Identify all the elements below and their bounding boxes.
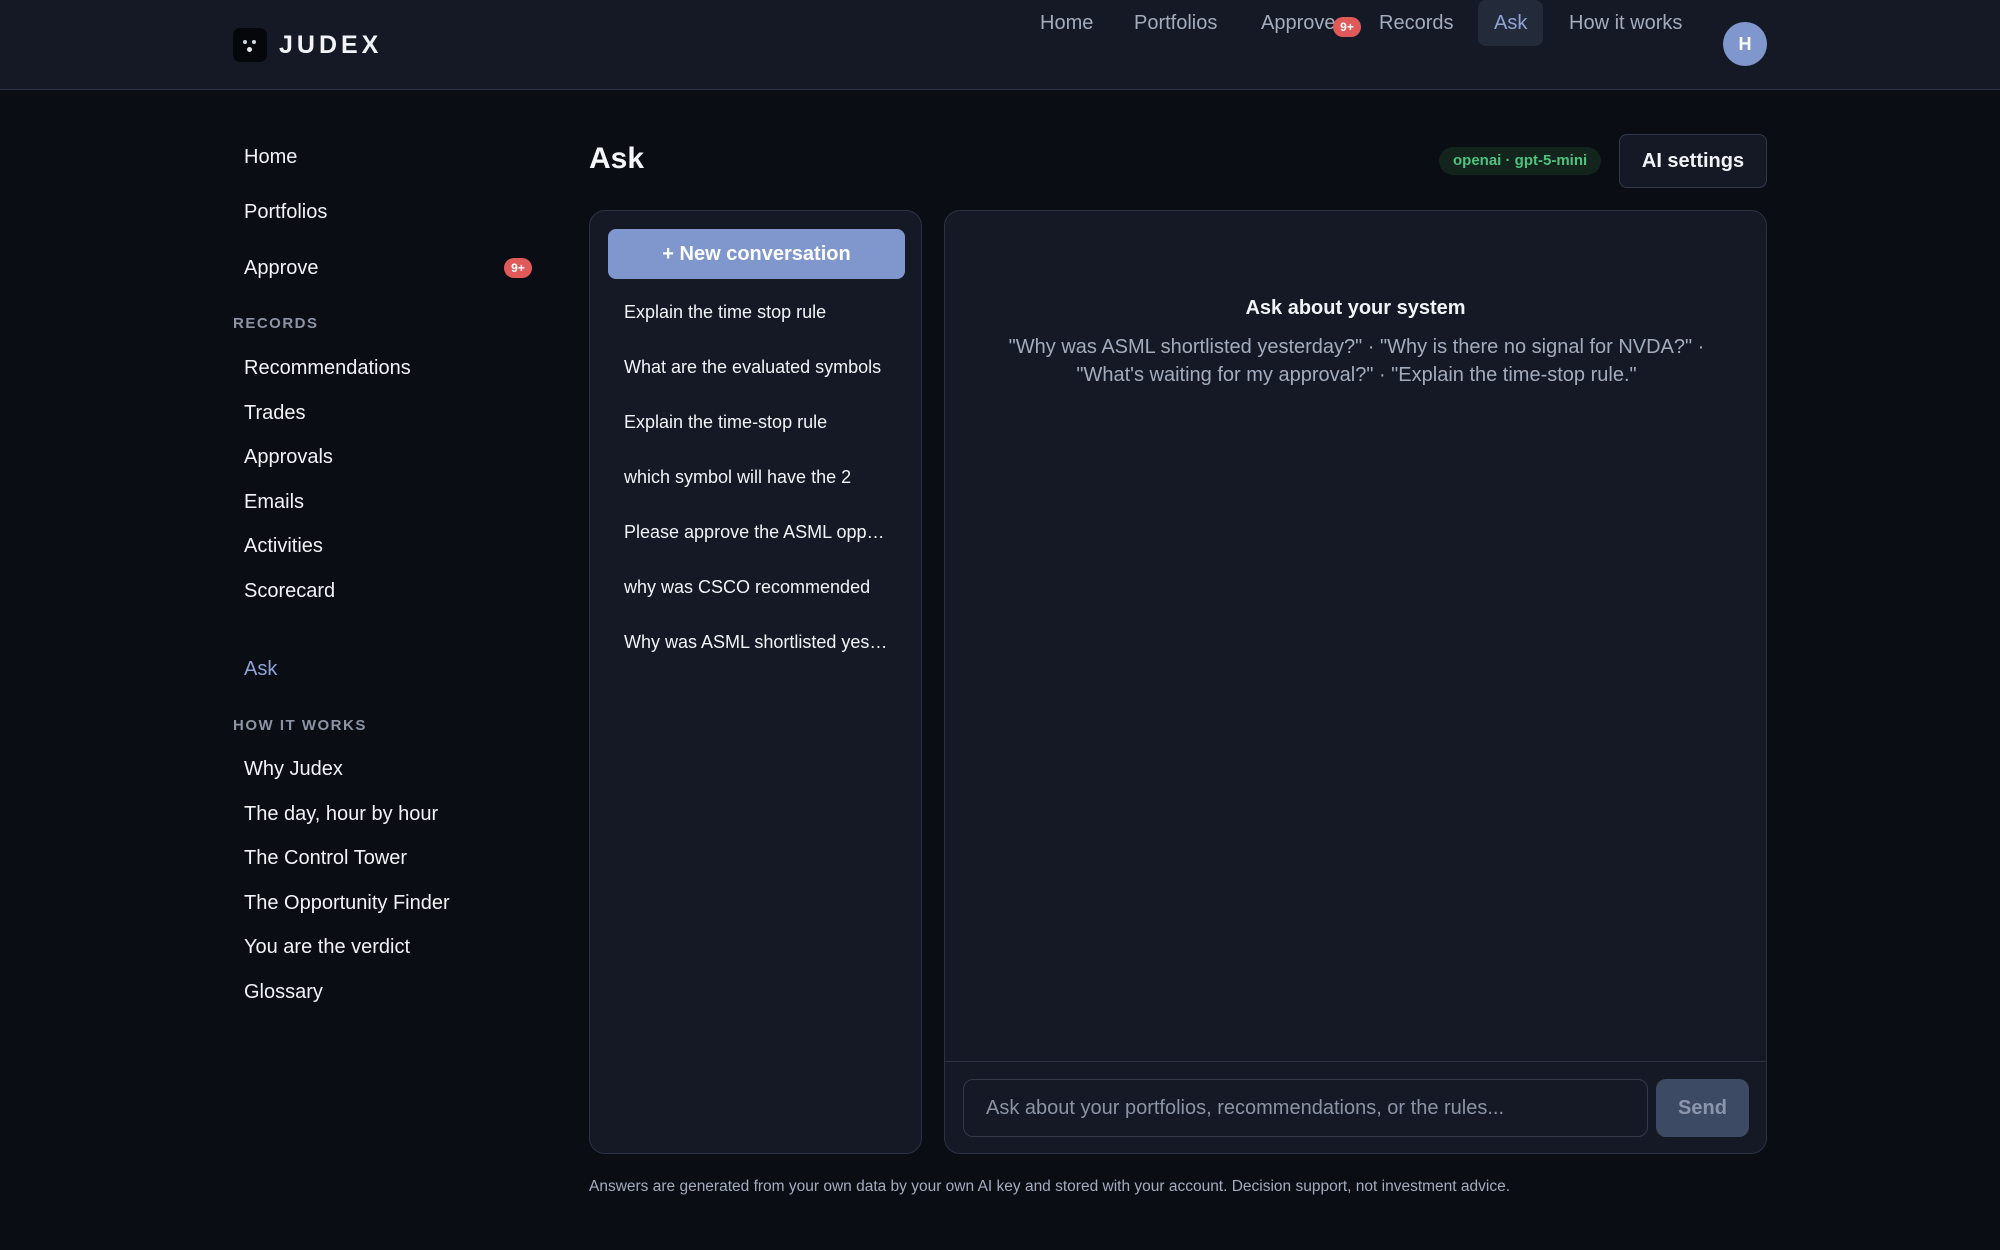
sidebar-item-scorecard[interactable]: Scorecard xyxy=(244,580,335,603)
sidebar-item-approvals[interactable]: Approvals xyxy=(244,446,333,469)
sidebar-item-recommendations[interactable]: Recommendations xyxy=(244,357,411,380)
topnav-how-it-works[interactable]: How it works xyxy=(1553,0,1698,46)
brand-logo-icon xyxy=(233,28,267,62)
sidebar-item-ask[interactable]: Ask xyxy=(244,658,277,681)
avatar[interactable]: H xyxy=(1723,22,1767,66)
chat-panel: Ask about your system "Why was ASML shor… xyxy=(944,210,1767,1154)
topnav-records[interactable]: Records xyxy=(1363,0,1469,46)
sidebar-item-opportunity-finder[interactable]: The Opportunity Finder xyxy=(244,892,450,915)
conversation-list-panel: + New conversation Explain the time stop… xyxy=(589,210,922,1154)
topnav-ask[interactable]: Ask xyxy=(1478,0,1544,46)
disclaimer: Answers are generated from your own data… xyxy=(589,1178,1511,1195)
conversation-item[interactable]: Explain the time stop rule xyxy=(624,302,892,323)
send-button[interactable]: Send xyxy=(1656,1079,1749,1137)
topnav-home[interactable]: Home xyxy=(1024,0,1109,46)
top-bar: JUDEX Home Portfolios Approve 9+ Records… xyxy=(0,0,2000,90)
conversation-item[interactable]: why was CSCO recommended xyxy=(624,577,892,598)
conversation-item[interactable]: which symbol will have the 2 xyxy=(624,467,892,488)
sidebar-item-activities[interactable]: Activities xyxy=(244,535,323,558)
page-title: Ask xyxy=(589,142,645,175)
conversation-item[interactable]: Explain the time-stop rule xyxy=(624,412,892,433)
conversation-item[interactable]: What are the evaluated symbols xyxy=(624,357,892,378)
topnav-portfolios[interactable]: Portfolios xyxy=(1118,0,1233,46)
brand[interactable]: JUDEX xyxy=(233,28,382,62)
sidebar-item-you-are-the-verdict[interactable]: You are the verdict xyxy=(244,936,410,959)
sidebar-item-approve[interactable]: Approve xyxy=(244,257,319,280)
empty-state-title: Ask about your system xyxy=(1245,297,1466,319)
sidebar-item-control-tower[interactable]: The Control Tower xyxy=(244,847,407,870)
composer: Send xyxy=(945,1061,1766,1153)
new-conversation-button[interactable]: + New conversation xyxy=(608,229,905,279)
sidebar-item-trades[interactable]: Trades xyxy=(244,402,306,425)
chat-input[interactable] xyxy=(963,1079,1648,1137)
sidebar-approve-badge: 9+ xyxy=(504,258,532,278)
sidebar-item-why-judex[interactable]: Why Judex xyxy=(244,758,343,781)
sidebar-item-home[interactable]: Home xyxy=(244,146,297,169)
sidebar-item-portfolios[interactable]: Portfolios xyxy=(244,201,327,224)
conversation-item[interactable]: Why was ASML shortlisted yesterday xyxy=(624,632,892,653)
sidebar-item-emails[interactable]: Emails xyxy=(244,491,304,514)
sidebar-heading-how-it-works: HOW IT WORKS xyxy=(233,717,367,734)
sidebar-heading-records: RECORDS xyxy=(233,315,319,332)
empty-state-hints: "Why was ASML shortlisted yesterday?" · … xyxy=(1008,336,1705,386)
sidebar-item-glossary[interactable]: Glossary xyxy=(244,981,323,1004)
model-badge: openai · gpt-5-mini xyxy=(1439,147,1602,175)
topnav-approve-badge: 9+ xyxy=(1333,17,1361,37)
brand-name: JUDEX xyxy=(279,30,383,59)
ai-settings-button[interactable]: AI settings xyxy=(1619,134,1767,188)
sidebar-item-day-hour-by-hour[interactable]: The day, hour by hour xyxy=(244,803,438,826)
conversation-item[interactable]: Please approve the ASML opportunity xyxy=(624,522,892,543)
